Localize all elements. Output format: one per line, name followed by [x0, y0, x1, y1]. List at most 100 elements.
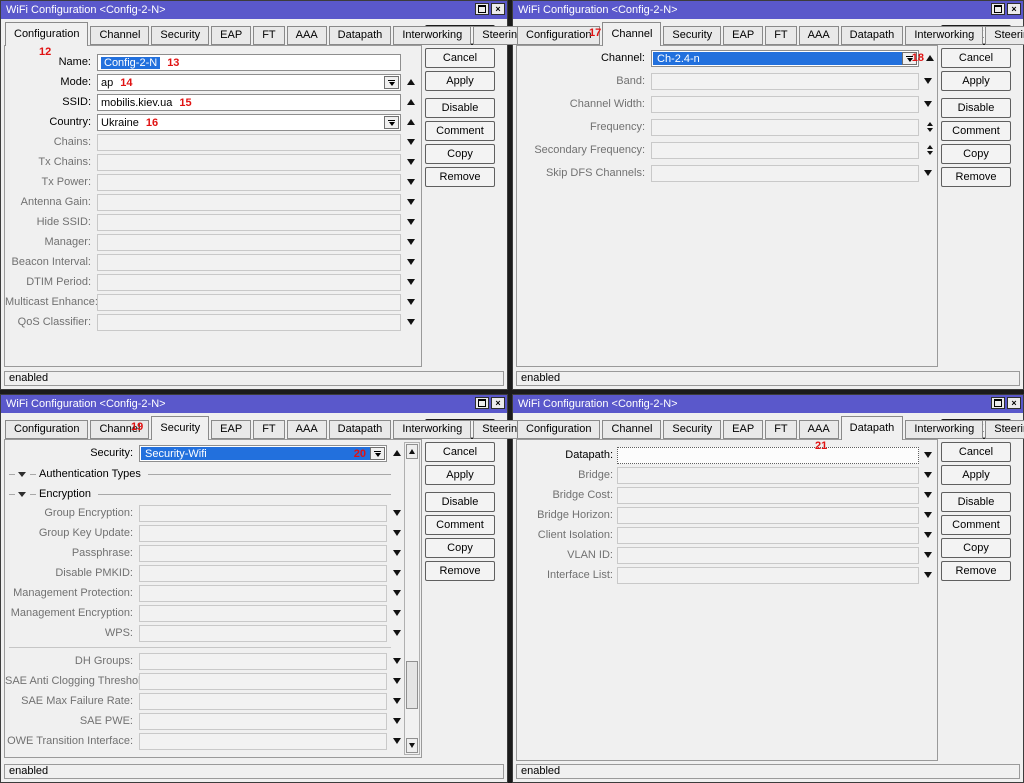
- expand-arrow-icon[interactable]: [407, 199, 415, 205]
- tab-interworking[interactable]: Interworking: [393, 26, 471, 45]
- maximize-icon[interactable]: [991, 3, 1005, 15]
- expand-arrow-icon[interactable]: [393, 718, 401, 724]
- multicast-enhance-input[interactable]: [97, 294, 401, 311]
- expand-arrow-icon[interactable]: [924, 572, 932, 578]
- channel-input[interactable]: Ch-2.4-n: [651, 50, 919, 67]
- copy-button[interactable]: Copy: [425, 144, 495, 164]
- collapse-arrow-icon[interactable]: [393, 450, 401, 456]
- tab-eap[interactable]: EAP: [723, 420, 763, 439]
- tab-eap[interactable]: EAP: [723, 26, 763, 45]
- apply-button[interactable]: Apply: [941, 71, 1011, 91]
- scroll-down-icon[interactable]: [406, 738, 418, 753]
- dh-groups-input[interactable]: [139, 653, 387, 670]
- expand-arrow-icon[interactable]: [393, 590, 401, 596]
- apply-button[interactable]: Apply: [941, 465, 1011, 485]
- comment-button[interactable]: Comment: [425, 121, 495, 141]
- secondary-frequency-input[interactable]: [651, 142, 919, 159]
- owe-transition-interface-input[interactable]: [139, 733, 387, 750]
- remove-button[interactable]: Remove: [941, 561, 1011, 581]
- channel-width-input[interactable]: [651, 96, 919, 113]
- qos-classifier-input[interactable]: [97, 314, 401, 331]
- remove-button[interactable]: Remove: [425, 561, 495, 581]
- tab-security[interactable]: Security: [663, 420, 721, 439]
- client-isolation-input[interactable]: [617, 527, 919, 544]
- expand-arrow-icon[interactable]: [393, 550, 401, 556]
- expand-arrow-icon[interactable]: [393, 530, 401, 536]
- tab-ft[interactable]: FT: [765, 420, 796, 439]
- cancel-button[interactable]: Cancel: [941, 442, 1011, 462]
- sae-pwe-input[interactable]: [139, 713, 387, 730]
- expand-arrow-icon[interactable]: [407, 219, 415, 225]
- expand-arrow-icon[interactable]: [407, 239, 415, 245]
- tab-ft[interactable]: FT: [253, 26, 284, 45]
- expand-arrow-icon[interactable]: [924, 492, 932, 498]
- expand-arrow-icon[interactable]: [393, 630, 401, 636]
- management-protection-input[interactable]: [139, 585, 387, 602]
- bridge-input[interactable]: [617, 467, 919, 484]
- disable-button[interactable]: Disable: [425, 492, 495, 512]
- expand-arrow-icon[interactable]: [393, 510, 401, 516]
- tab-aaa[interactable]: AAA: [287, 26, 327, 45]
- sae-max-failure-rate-input[interactable]: [139, 693, 387, 710]
- tx-power-input[interactable]: [97, 174, 401, 191]
- group-key-update-input[interactable]: [139, 525, 387, 542]
- tab-datapath[interactable]: Datapath: [329, 420, 392, 439]
- tab-security[interactable]: Security: [663, 26, 721, 45]
- cancel-button[interactable]: Cancel: [941, 48, 1011, 68]
- disable-button[interactable]: Disable: [941, 98, 1011, 118]
- maximize-icon[interactable]: [475, 397, 489, 409]
- expand-arrow-icon[interactable]: [393, 698, 401, 704]
- disable-button[interactable]: Disable: [425, 98, 495, 118]
- tab-interworking[interactable]: Interworking: [905, 420, 983, 439]
- bridge-cost-input[interactable]: [617, 487, 919, 504]
- collapse-arrow-icon[interactable]: [407, 119, 415, 125]
- expand-arrow-icon[interactable]: [924, 512, 932, 518]
- tab-interworking[interactable]: Interworking: [905, 26, 983, 45]
- mode-input[interactable]: ap 14: [97, 74, 401, 91]
- disable-pmkid-input[interactable]: [139, 565, 387, 582]
- maximize-icon[interactable]: [475, 3, 489, 15]
- tab-datapath[interactable]: Datapath: [841, 416, 904, 440]
- tab-security[interactable]: Security: [151, 416, 209, 440]
- expand-arrow-icon[interactable]: [924, 78, 932, 84]
- security-input[interactable]: Security-Wifi 20: [139, 445, 387, 462]
- tab-channel[interactable]: Channel: [602, 22, 661, 46]
- wps-input[interactable]: [139, 625, 387, 642]
- expand-arrow-icon[interactable]: [407, 179, 415, 185]
- expand-arrow-icon[interactable]: [407, 319, 415, 325]
- management-encryption-input[interactable]: [139, 605, 387, 622]
- expand-arrow-icon[interactable]: [393, 678, 401, 684]
- tab-steering[interactable]: Steering: [985, 420, 1024, 439]
- expand-arrow-icon[interactable]: [924, 472, 932, 478]
- antenna-gain-input[interactable]: [97, 194, 401, 211]
- tab-channel[interactable]: Channel: [602, 420, 661, 439]
- expand-arrow-icon[interactable]: [407, 279, 415, 285]
- section-collapse-icon[interactable]: [18, 492, 26, 497]
- dtim-period-input[interactable]: [97, 274, 401, 291]
- titlebar[interactable]: WiFi Configuration <Config-2-N> ×: [513, 1, 1023, 19]
- disable-button[interactable]: Disable: [941, 492, 1011, 512]
- expand-arrow-icon[interactable]: [924, 552, 932, 558]
- band-input[interactable]: [651, 73, 919, 90]
- close-icon[interactable]: ×: [491, 3, 505, 15]
- tab-datapath[interactable]: Datapath: [329, 26, 392, 45]
- copy-button[interactable]: Copy: [941, 538, 1011, 558]
- comment-button[interactable]: Comment: [941, 121, 1011, 141]
- manager-input[interactable]: [97, 234, 401, 251]
- tab-aaa[interactable]: AAA: [287, 420, 327, 439]
- combo-dropdown-icon[interactable]: [384, 116, 399, 129]
- collapse-arrow-icon[interactable]: [926, 55, 934, 61]
- expand-arrow-icon[interactable]: [393, 738, 401, 744]
- scroll-up-icon[interactable]: [406, 444, 418, 459]
- name-input[interactable]: Config-2-N 13: [97, 54, 401, 71]
- passphrase-input[interactable]: [139, 545, 387, 562]
- interface-list-input[interactable]: [617, 567, 919, 584]
- titlebar[interactable]: WiFi Configuration <Config-2-N> ×: [1, 395, 507, 413]
- collapse-arrow-icon[interactable]: [407, 79, 415, 85]
- cancel-button[interactable]: Cancel: [425, 442, 495, 462]
- tab-eap[interactable]: EAP: [211, 420, 251, 439]
- tab-interworking[interactable]: Interworking: [393, 420, 471, 439]
- expand-arrow-icon[interactable]: [393, 570, 401, 576]
- copy-button[interactable]: Copy: [425, 538, 495, 558]
- tab-eap[interactable]: EAP: [211, 26, 251, 45]
